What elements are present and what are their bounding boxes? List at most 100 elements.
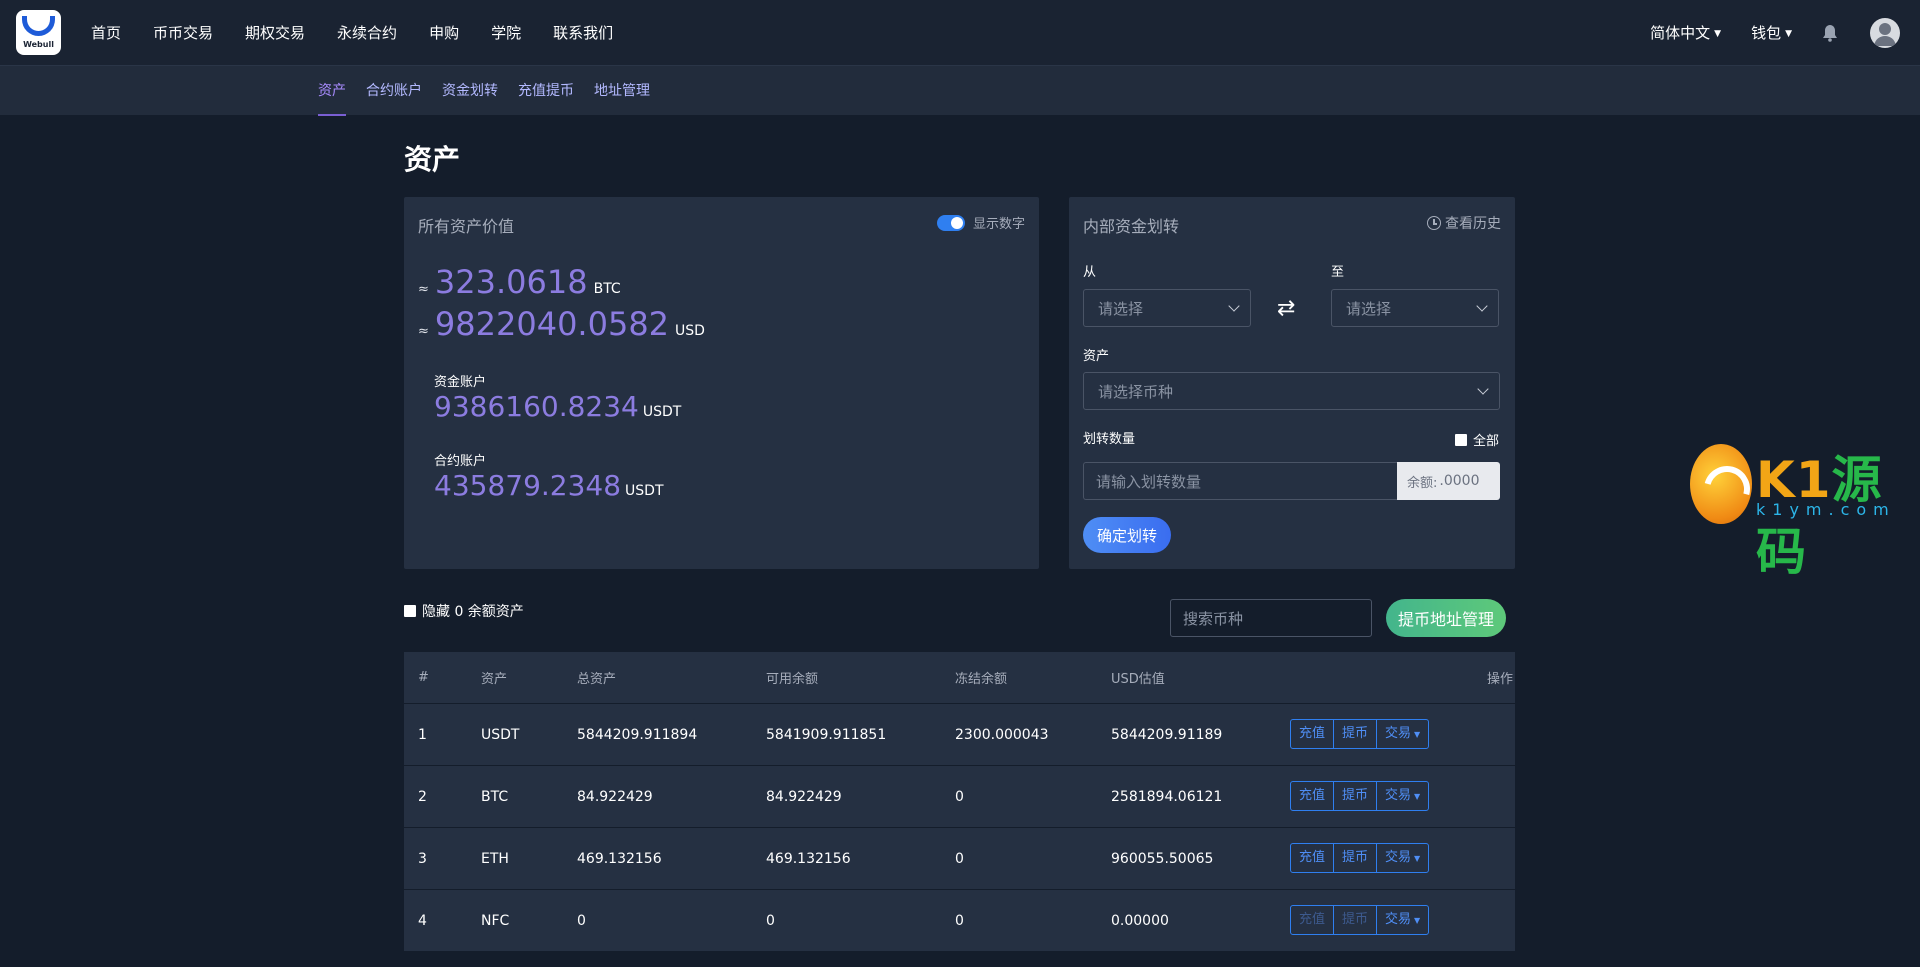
deposit-button[interactable]: 充值 (1291, 844, 1335, 872)
all-checkbox[interactable]: 全部 (1454, 430, 1499, 449)
cell-total: 469.132156 (577, 851, 662, 867)
assets-value-card: 所有资产价值 显示数字 ≈ 323.0618 BTC ≈ 9822040.058… (404, 197, 1039, 569)
cell-frozen: 0 (955, 789, 964, 805)
sub-navbar: 资产 合约账户 资金划转 充值提币 地址管理 (0, 65, 1920, 116)
usd-total-line: ≈ 9822040.0582 USD (418, 305, 705, 343)
hide-zero-label: 隐藏 0 余额资产 (422, 604, 524, 620)
nav-academy[interactable]: 学院 (491, 22, 521, 43)
asset-select[interactable]: 请选择币种 (1083, 372, 1500, 410)
approx-sign: ≈ (418, 324, 429, 339)
row-action-group: 充值 提币 交易 ▼ (1290, 905, 1430, 935)
bell-icon[interactable] (1822, 24, 1838, 42)
nav-contact[interactable]: 联系我们 (553, 22, 613, 43)
withdraw-button[interactable]: 提币 (1334, 720, 1378, 748)
language-dropdown[interactable]: 简体中文 ▼ (1650, 22, 1721, 43)
cell-asset: NFC (481, 913, 510, 929)
chevron-down-icon (1477, 383, 1489, 395)
deposit-button[interactable]: 充值 (1291, 906, 1335, 934)
nav-spot-trading[interactable]: 币币交易 (153, 22, 213, 43)
table-row: 4 NFC 0 0 0 0.00000 充值 提币 交易 ▼ (404, 890, 1515, 952)
wallet-dropdown[interactable]: 钱包 ▼ (1751, 22, 1792, 43)
nav-options-trading[interactable]: 期权交易 (245, 22, 305, 43)
fund-account-block: 资金账户 9386160.8234 USDT (434, 371, 681, 423)
trade-dropdown-button[interactable]: 交易 ▼ (1377, 720, 1428, 748)
wallet-label: 钱包 (1751, 24, 1782, 42)
th-total: 总资产 (577, 672, 617, 687)
approx-sign: ≈ (418, 282, 429, 297)
amount-input-placeholder: 请输入划转数量 (1096, 472, 1202, 491)
watermark-domain: k1ym.com (1756, 500, 1896, 519)
th-actions: 操作 (1486, 672, 1513, 687)
logo-arc-icon (22, 16, 55, 36)
all-checkbox-label: 全部 (1472, 434, 1499, 449)
table-row: 2 BTC 84.922429 84.922429 0 2581894.0612… (404, 766, 1515, 828)
deposit-button[interactable]: 充值 (1291, 720, 1335, 748)
fund-account-unit: USDT (642, 404, 682, 420)
search-coin-placeholder: 搜索币种 (1183, 609, 1244, 628)
cell-usd: 5844209.91189 (1111, 727, 1223, 743)
clock-icon (1427, 216, 1441, 230)
webull-logo[interactable]: Webull (16, 10, 61, 55)
confirm-transfer-button[interactable]: 确定划转 (1083, 517, 1171, 553)
show-numbers-toggle[interactable] (936, 214, 965, 231)
contract-account-label: 合约账户 (434, 454, 487, 469)
from-select-placeholder: 请选择 (1098, 299, 1144, 318)
chevron-down-icon: ▼ (1714, 28, 1722, 39)
search-coin-input[interactable]: 搜索币种 (1170, 599, 1372, 637)
nav-home[interactable]: 首页 (91, 22, 121, 43)
chevron-down-icon: ▼ (1414, 854, 1421, 863)
nav-subscribe[interactable]: 申购 (429, 22, 459, 43)
subnav-contract-account[interactable]: 合约账户 (366, 66, 422, 116)
withdraw-button[interactable]: 提币 (1334, 782, 1378, 810)
nav-perpetual[interactable]: 永续合约 (337, 22, 397, 43)
k1ym-watermark: K1源码 k1ym.com (1690, 440, 1900, 581)
th-index: # (418, 670, 429, 685)
chevron-down-icon: ▼ (1414, 916, 1421, 925)
cell-frozen: 2300.000043 (955, 727, 1049, 743)
cell-usd: 960055.50065 (1111, 851, 1214, 867)
checkbox-box (404, 605, 416, 617)
from-select[interactable]: 请选择 (1083, 289, 1251, 327)
trade-label: 交易 (1385, 850, 1412, 865)
trade-dropdown-button[interactable]: 交易 ▼ (1377, 844, 1428, 872)
btc-total-value: 323.0618 (434, 263, 588, 301)
amount-label: 划转数量 (1083, 432, 1136, 447)
subnav-deposit-withdraw[interactable]: 充值提币 (518, 66, 574, 116)
trade-dropdown-button[interactable]: 交易 ▼ (1377, 782, 1428, 810)
subnav-address-management[interactable]: 地址管理 (594, 66, 650, 116)
btc-total-line: ≈ 323.0618 BTC (418, 263, 621, 301)
btc-unit: BTC (593, 281, 621, 297)
hide-zero-checkbox[interactable]: 隐藏 0 余额资产 (404, 601, 524, 621)
th-frozen: 冻结余额 (955, 672, 1008, 687)
cell-frozen: 0 (955, 851, 964, 867)
user-avatar-icon[interactable] (1870, 17, 1900, 48)
chevron-down-icon (1228, 300, 1240, 312)
cell-usd: 2581894.06121 (1111, 789, 1223, 805)
subnav-assets[interactable]: 资产 (318, 66, 346, 116)
withdraw-button[interactable]: 提币 (1334, 906, 1378, 934)
trade-label: 交易 (1385, 726, 1412, 741)
from-label: 从 (1083, 265, 1097, 280)
view-history-link[interactable]: 查看历史 (1427, 213, 1501, 233)
withdraw-address-button[interactable]: 提币地址管理 (1386, 599, 1506, 637)
balance-label: 余额: (1407, 475, 1438, 491)
to-select[interactable]: 请选择 (1331, 289, 1499, 327)
row-action-group: 充值 提币 交易 ▼ (1290, 781, 1430, 811)
top-navbar: Webull 首页 币币交易 期权交易 永续合约 申购 学院 联系我们 简体中文… (0, 0, 1920, 65)
swap-arrows-icon[interactable]: ⇄ (1277, 296, 1295, 321)
cell-index: 1 (418, 727, 427, 743)
deposit-button[interactable]: 充值 (1291, 782, 1335, 810)
cell-available: 5841909.911851 (766, 727, 887, 743)
withdraw-button[interactable]: 提币 (1334, 844, 1378, 872)
main-nav: 首页 币币交易 期权交易 永续合约 申购 学院 联系我们 (91, 22, 645, 43)
amount-input[interactable]: 请输入划转数量 (1083, 462, 1397, 500)
subnav-fund-transfer[interactable]: 资金划转 (442, 66, 498, 116)
transfer-card-title: 内部资金划转 (1083, 217, 1180, 236)
cell-asset: ETH (481, 851, 509, 867)
balance-display: 余额: .0000 (1397, 462, 1500, 500)
row-action-group: 充值 提币 交易 ▼ (1290, 719, 1430, 749)
contract-account-unit: USDT (625, 483, 664, 499)
cell-available: 84.922429 (766, 789, 842, 805)
logo-wordmark: Webull (23, 40, 54, 49)
trade-dropdown-button[interactable]: 交易 ▼ (1377, 906, 1428, 934)
